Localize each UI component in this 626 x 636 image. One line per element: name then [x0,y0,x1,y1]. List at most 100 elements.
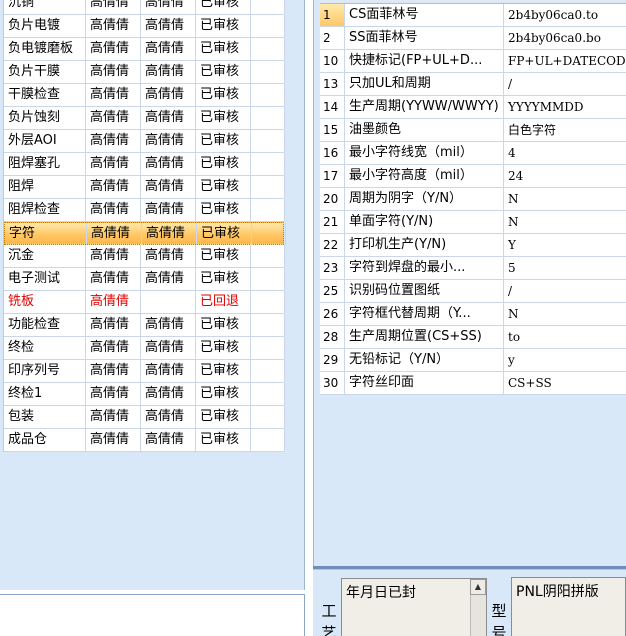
param-item-cell[interactable]: CS面菲林号 [345,4,504,26]
process-status-cell[interactable]: 已审核 [196,15,251,37]
process-reviewer-cell[interactable]: 高倩倩 [141,15,196,37]
process-name-cell[interactable]: 负电镀磨板 [4,38,86,60]
param-no-cell[interactable]: 13 [320,73,345,95]
process-status-cell[interactable]: 已审核 [196,314,251,336]
param-item-cell[interactable]: 打印机生产(Y/N) [345,234,504,256]
process-row[interactable]: 字符 高倩倩 高倩倩 已审核 [4,222,286,245]
param-no-cell[interactable]: 1 [320,4,345,26]
param-item-cell[interactable]: 只加UL和周期 [345,73,504,95]
process-reviewer-cell[interactable]: 高倩倩 [141,199,196,221]
param-item-cell[interactable]: 字符到焊盘的最小... [345,257,504,279]
param-item-cell[interactable]: 无铅标记（Y/N） [345,349,504,371]
process-name-cell[interactable]: 终检1 [4,383,86,405]
process-row[interactable]: 负片干膜 高倩倩 高倩倩 已审核 [4,61,285,84]
process-status-cell[interactable]: 已审核 [196,360,251,382]
process-empty-cell[interactable] [251,406,285,428]
process-name-cell[interactable]: 印序列号 [4,360,86,382]
process-name-cell[interactable]: 干膜检查 [4,84,86,106]
param-value-cell[interactable]: 4 [504,142,626,164]
process-empty-cell[interactable] [251,429,285,451]
process-row[interactable]: 终检 高倩倩 高倩倩 已审核 [4,337,285,360]
process-name-cell[interactable]: 功能检查 [4,314,86,336]
process-empty-cell[interactable] [251,199,285,221]
process-row[interactable]: 电子测试 高倩倩 高倩倩 已审核 [4,268,285,291]
process-status-cell[interactable]: 已审核 [196,199,251,221]
process-row[interactable]: 沉金 高倩倩 高倩倩 已审核 [4,245,285,268]
process-operator-cell[interactable]: 高倩倩 [86,268,141,290]
process-operator-cell[interactable]: 高倩倩 [86,291,141,313]
process-empty-cell[interactable] [251,291,285,313]
param-row[interactable]: 23 字符到焊盘的最小... 5 [320,257,626,280]
process-name-cell[interactable]: 阻焊塞孔 [4,153,86,175]
process-empty-cell[interactable] [251,268,285,290]
param-value-cell[interactable]: N [504,211,626,233]
process-operator-cell[interactable]: 高倩倩 [86,61,141,83]
process-row[interactable]: 印序列号 高倩倩 高倩倩 已审核 [4,360,285,383]
param-row[interactable]: 22 打印机生产(Y/N) Y [320,234,626,257]
process-status-cell[interactable]: 已审核 [196,429,251,451]
param-row[interactable]: 14 生产周期(YYWW/WWYY) YYYYMMDD [320,96,626,119]
process-operator-cell[interactable]: 高倩倩 [86,153,141,175]
process-empty-cell[interactable] [251,337,285,359]
param-no-cell[interactable]: 28 [320,326,345,348]
param-row[interactable]: 16 最小字符线宽（mil） 4 [320,142,626,165]
process-name-cell[interactable]: 负片电镀 [4,15,86,37]
process-operator-cell[interactable]: 高倩倩 [86,406,141,428]
process-reviewer-cell[interactable]: 高倩倩 [141,360,196,382]
process-name-cell[interactable]: 沉铜 [4,0,86,14]
process-empty-cell[interactable] [251,176,285,198]
process-operator-cell[interactable]: 高倩倩 [86,15,141,37]
param-row[interactable]: 1 CS面菲林号 2b4by06ca0.to [320,4,626,27]
process-reviewer-cell[interactable]: 高倩倩 [141,61,196,83]
param-row[interactable]: 15 油墨颜色 白色字符 [320,119,626,142]
process-name-cell[interactable]: 铣板 [4,291,86,313]
process-status-cell[interactable]: 已审核 [196,406,251,428]
process-empty-cell[interactable] [251,314,285,336]
process-operator-cell[interactable]: 高倩倩 [86,314,141,336]
process-reviewer-cell[interactable]: 高倩倩 [141,429,196,451]
process-reviewer-cell[interactable]: 高倩倩 [141,107,196,129]
process-row[interactable]: 包装 高倩倩 高倩倩 已审核 [4,406,285,429]
process-reviewer-cell[interactable]: 高倩倩 [141,176,196,198]
param-value-cell[interactable]: / [504,73,626,95]
process-reviewer-cell[interactable]: 高倩倩 [141,130,196,152]
process-reviewer-cell[interactable] [141,291,196,313]
process-empty-cell[interactable] [251,15,285,37]
param-value-cell[interactable]: 24 [504,165,626,187]
process-operator-cell[interactable]: 高倩倩 [86,429,141,451]
process-operator-cell[interactable]: 高倩倩 [86,383,141,405]
param-no-cell[interactable]: 21 [320,211,345,233]
process-name-cell[interactable]: 字符 [5,223,87,245]
process-reviewer-cell[interactable]: 高倩倩 [141,406,196,428]
process-empty-cell[interactable] [251,107,285,129]
param-value-cell[interactable]: y [504,349,626,371]
process-row[interactable]: 成品仓 高倩倩 高倩倩 已审核 [4,429,285,452]
process-name-cell[interactable]: 成品仓 [4,429,86,451]
process-operator-cell[interactable]: 高倩倩 [86,107,141,129]
process-row[interactable]: 阻焊塞孔 高倩倩 高倩倩 已审核 [4,153,285,176]
process-name-cell[interactable]: 阻焊 [4,176,86,198]
process-empty-cell[interactable] [251,84,285,106]
process-name-cell[interactable]: 外层AOI [4,130,86,152]
process-status-cell[interactable]: 已审核 [196,130,251,152]
process-operator-cell[interactable]: 高倩倩 [86,84,141,106]
process-operator-cell[interactable]: 高倩倩 [86,199,141,221]
process-reviewer-cell[interactable]: 高倩倩 [141,337,196,359]
gongyi-memo[interactable]: 年月日已封 ▲ [341,578,487,636]
param-row[interactable]: 30 字符丝印面 CS+SS [320,372,626,395]
process-operator-cell[interactable]: 高倩倩 [86,130,141,152]
gongyi-memo-scrollbar[interactable]: ▲ [470,579,486,636]
param-value-cell[interactable]: 2b4by06ca0.bo [504,27,626,49]
param-no-cell[interactable]: 22 [320,234,345,256]
process-empty-cell[interactable] [251,61,285,83]
param-no-cell[interactable]: 17 [320,165,345,187]
process-empty-cell[interactable] [251,383,285,405]
param-item-cell[interactable]: 生产周期位置(CS+SS) [345,326,504,348]
process-empty-cell[interactable] [252,223,286,245]
process-name-cell[interactable]: 负片蚀刻 [4,107,86,129]
process-row[interactable]: 铣板 高倩倩 已回退 [4,291,285,314]
process-empty-cell[interactable] [251,38,285,60]
param-no-cell[interactable]: 15 [320,119,345,141]
process-operator-cell[interactable]: 高倩倩 [86,360,141,382]
process-operator-cell[interactable]: 高倩倩 [87,223,142,245]
